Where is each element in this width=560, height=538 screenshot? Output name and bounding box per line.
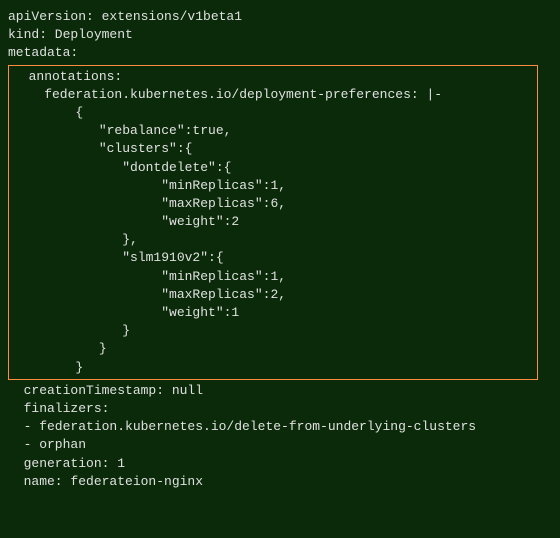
yaml-json-dontdelete-maxreplicas: "maxReplicas":6, <box>13 195 533 213</box>
yaml-json-dontdelete-weight: "weight":2 <box>13 213 533 231</box>
yaml-json-brace-close: } <box>13 359 533 377</box>
yaml-generation: generation: 1 <box>8 455 552 473</box>
yaml-json-dontdelete-close: }, <box>13 231 533 249</box>
yaml-finalizer-2: - orphan <box>8 436 552 454</box>
yaml-deployment-preferences-key: federation.kubernetes.io/deployment-pref… <box>13 86 533 104</box>
yaml-finalizers: finalizers: <box>8 400 552 418</box>
annotations-highlight-box: annotations: federation.kubernetes.io/de… <box>8 65 538 380</box>
yaml-line-kind: kind: Deployment <box>8 26 552 44</box>
yaml-json-rebalance: "rebalance":true, <box>13 122 533 140</box>
yaml-json-clusters-close: } <box>13 340 533 358</box>
yaml-json-slm-weight: "weight":1 <box>13 304 533 322</box>
yaml-annotations-header: annotations: <box>13 68 533 86</box>
yaml-json-brace-open: { <box>13 104 533 122</box>
yaml-json-slm-maxreplicas: "maxReplicas":2, <box>13 286 533 304</box>
yaml-json-slm-close: } <box>13 322 533 340</box>
yaml-name: name: federateion-nginx <box>8 473 552 491</box>
yaml-json-slm-open: "slm1910v2":{ <box>13 249 533 267</box>
yaml-json-dontdelete-open: "dontdelete":{ <box>13 159 533 177</box>
yaml-creation-timestamp: creationTimestamp: null <box>8 382 552 400</box>
yaml-json-dontdelete-minreplicas: "minReplicas":1, <box>13 177 533 195</box>
yaml-line-metadata: metadata: <box>8 44 552 62</box>
yaml-line-apiversion: apiVersion: extensions/v1beta1 <box>8 8 552 26</box>
yaml-json-slm-minreplicas: "minReplicas":1, <box>13 268 533 286</box>
yaml-finalizer-1: - federation.kubernetes.io/delete-from-u… <box>8 418 552 436</box>
yaml-json-clusters-open: "clusters":{ <box>13 140 533 158</box>
